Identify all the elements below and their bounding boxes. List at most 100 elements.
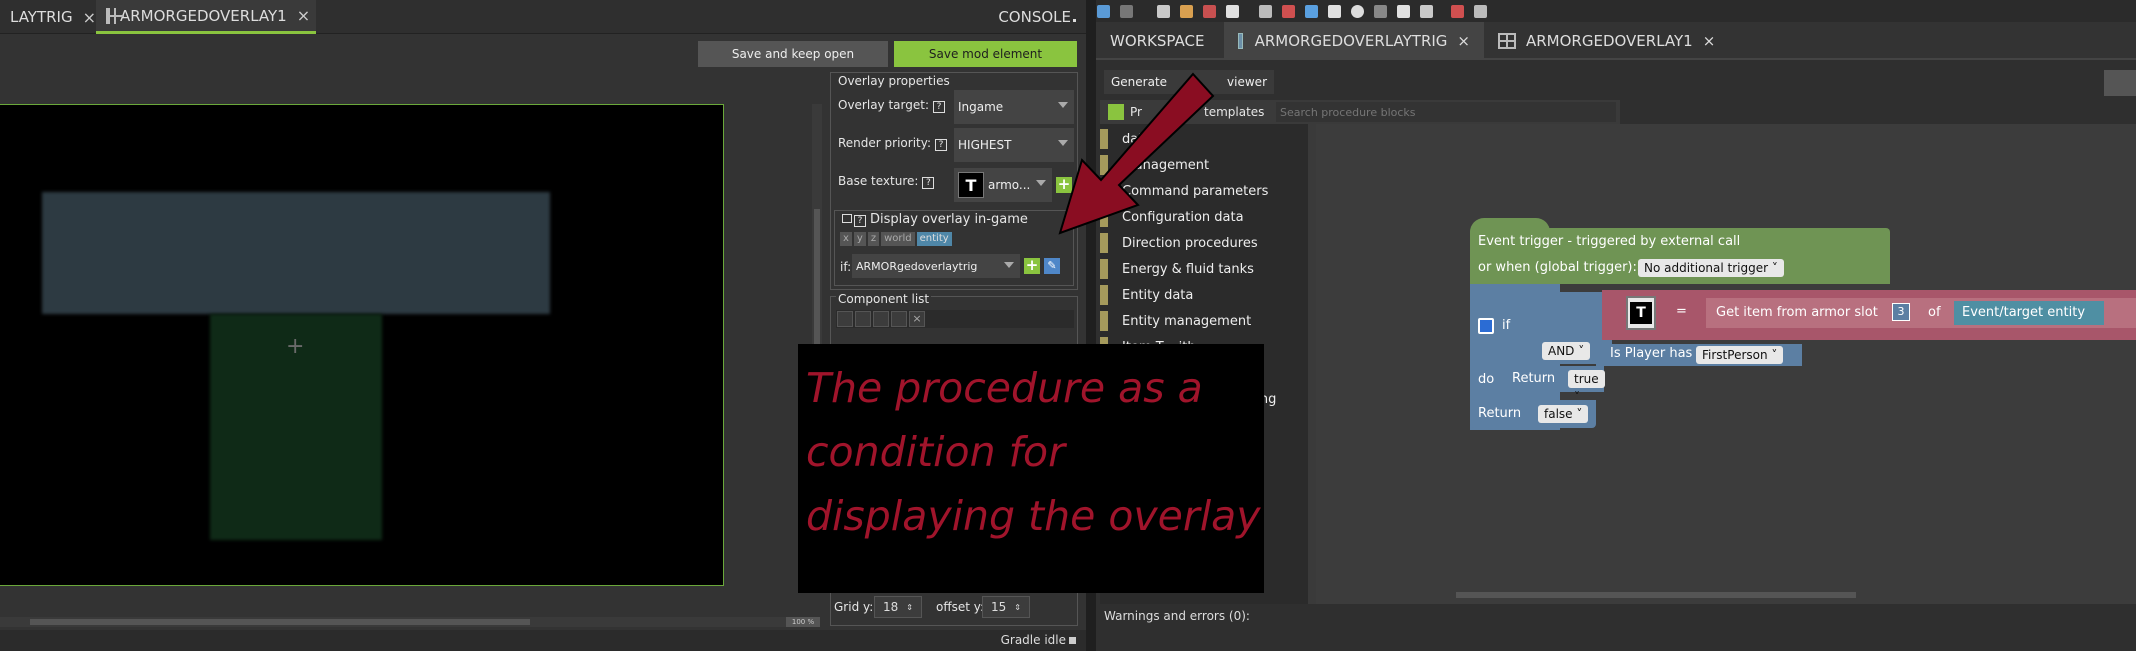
- image-editor-icon[interactable]: [1120, 4, 1133, 18]
- category-item[interactable]: Energy & fluid tanks: [1100, 256, 1316, 282]
- structure-icon[interactable]: [1203, 4, 1216, 18]
- generate-label: Generate: [1111, 75, 1168, 89]
- render-priority-select[interactable]: HIGHEST: [954, 128, 1074, 162]
- texture-thumbnail-icon: T: [958, 172, 984, 198]
- spinner-arrows-icon[interactable]: ⇕: [1014, 603, 1021, 612]
- plugins-icon[interactable]: [1374, 4, 1387, 18]
- left-tab-bar: LAYTRIG × ARMORGEDOVERLAY1 × CONSOLE: [0, 0, 1086, 34]
- offset-y-spinner[interactable]: 15 ⇕: [982, 596, 1030, 618]
- console-label: CONSOLE: [998, 8, 1071, 26]
- category-item[interactable]: data: [1100, 126, 1316, 152]
- and-dropdown[interactable]: AND ˅: [1542, 342, 1591, 360]
- event-target-entity-block[interactable]: Event/target entity: [1954, 301, 2104, 325]
- close-icon[interactable]: ×: [83, 8, 96, 27]
- stop-icon[interactable]: [1069, 637, 1076, 644]
- texture-icon[interactable]: [1157, 4, 1170, 18]
- overlay-target-select[interactable]: Ingame: [954, 90, 1074, 124]
- close-icon[interactable]: ×: [297, 6, 310, 25]
- help-icon[interactable]: ?: [935, 139, 948, 151]
- grid-y-value: 18: [883, 600, 899, 614]
- build-icon[interactable]: [1451, 4, 1464, 18]
- templates-tab-label[interactable]: templates: [1204, 105, 1264, 119]
- category-item[interactable]: Direction procedures: [1100, 230, 1316, 256]
- workspace-icon[interactable]: [1097, 4, 1110, 18]
- workspace-horizontal-scrollbar[interactable]: [1456, 592, 1856, 598]
- of-keyword: of: [1928, 305, 1941, 320]
- categories-scrollbar[interactable]: [1308, 124, 1316, 608]
- perspective-dropdown[interactable]: FirstPerson ˅: [1696, 346, 1784, 364]
- tab-label: ARMORGEDOVERLAY1: [120, 6, 287, 25]
- chevron-down-icon: [1004, 262, 1014, 268]
- close-icon[interactable]: ×: [1703, 32, 1716, 50]
- gear-icon[interactable]: [1478, 318, 1494, 334]
- blockly-workspace[interactable]: [1316, 124, 2136, 608]
- chip-x: x: [840, 232, 852, 246]
- help-icon[interactable]: ?: [922, 177, 935, 189]
- spinner-arrows-icon[interactable]: ⇕: [906, 603, 913, 612]
- chip-world: world: [881, 232, 915, 246]
- add-label-button[interactable]: [837, 311, 853, 327]
- false-dropdown[interactable]: false ˅: [1538, 405, 1589, 423]
- cloud-icon[interactable]: [1351, 4, 1364, 18]
- base-texture-select[interactable]: T armo...: [954, 168, 1052, 202]
- annotation-line-3: displaying the overlay: [806, 492, 1261, 540]
- delete-component-button[interactable]: ×: [909, 311, 925, 327]
- edit-procedure-icon[interactable]: ✎: [1044, 258, 1060, 274]
- move-up-button[interactable]: [873, 311, 889, 327]
- category-item[interactable]: Command parameters: [1100, 178, 1316, 204]
- add-texture-button[interactable]: +: [1056, 177, 1072, 193]
- console-button[interactable]: CONSOLE: [998, 8, 1076, 26]
- code-icon[interactable]: [1226, 4, 1239, 18]
- true-dropdown[interactable]: true ˅: [1568, 370, 1605, 404]
- right-tab-bar: WORKSPACE ARMORGEDOVERLAYTRIG × ARMORGED…: [1096, 22, 2136, 60]
- console-dot-icon: [1073, 19, 1076, 22]
- save-mod-element-button[interactable]: Save mod element: [894, 41, 1077, 67]
- move-down-button[interactable]: [891, 311, 907, 327]
- canvas-horizontal-scrollbar[interactable]: [0, 617, 820, 627]
- tab-armorgedoverlay1[interactable]: ARMORGEDOVERLAY1 ×: [96, 0, 316, 34]
- event-trigger-block[interactable]: Event trigger - triggered by external ca…: [1470, 228, 1890, 284]
- tab-label: ARMORGEDOVERLAY1: [1526, 32, 1693, 50]
- export-icon[interactable]: [1420, 4, 1433, 18]
- component-toolbar: ×: [836, 310, 1074, 328]
- slot-number-input[interactable]: 3: [1892, 303, 1910, 321]
- category-item[interactable]: Configuration data: [1100, 204, 1316, 230]
- help-icon[interactable]: ?: [933, 101, 945, 113]
- category-swatch: [1100, 129, 1108, 149]
- run-client-icon[interactable]: [1474, 4, 1487, 18]
- procedures-tab-label[interactable]: Pr: [1130, 105, 1142, 119]
- tools-icon[interactable]: [1397, 4, 1410, 18]
- status-bar: Gradle idle: [0, 630, 1086, 651]
- debug-icon[interactable]: [1282, 4, 1295, 18]
- add-procedure-button[interactable]: +: [1024, 258, 1040, 274]
- get-item-block[interactable]: Get item from armor slot 3 of Event/targ…: [1706, 298, 2136, 328]
- save-and-keep-open-button[interactable]: Save and keep open: [698, 41, 888, 67]
- return-true-block[interactable]: Return true ˅: [1504, 366, 1605, 404]
- category-item[interactable]: Entity data: [1100, 282, 1316, 308]
- tool-icon[interactable]: [1259, 4, 1272, 18]
- tab-label: ARMORGEDOVERLAYTRIG: [1254, 32, 1448, 50]
- grid-y-spinner[interactable]: 18 ⇕: [874, 596, 922, 618]
- tab-workspace[interactable]: WORKSPACE: [1096, 22, 1218, 60]
- variables-icon[interactable]: [1305, 4, 1318, 18]
- tab-armorgedoverlay1-right[interactable]: ARMORGEDOVERLAY1 ×: [1484, 22, 1729, 60]
- item-compare-block[interactable]: T = Get item from armor slot 3 of Event/…: [1602, 290, 2136, 340]
- item-slot-icon[interactable]: T: [1626, 296, 1656, 330]
- sound-icon[interactable]: [1180, 4, 1193, 18]
- add-image-button[interactable]: [855, 311, 871, 327]
- close-icon[interactable]: ×: [1457, 32, 1470, 50]
- category-item[interactable]: management: [1100, 152, 1316, 178]
- condition-procedure-select[interactable]: ARMORgedoverlaytrig: [852, 254, 1020, 278]
- side-panel-toggle[interactable]: [2104, 70, 2136, 96]
- global-trigger-dropdown[interactable]: No additional trigger ˅: [1638, 259, 1784, 277]
- chip-z: z: [867, 232, 880, 246]
- generate-viewer-button[interactable]: Generate viewer: [1104, 70, 1274, 94]
- procedures-tab-icon[interactable]: [1108, 104, 1124, 120]
- tab-armorgedoverlaytrig-procedure[interactable]: ARMORGEDOVERLAYTRIG ×: [1224, 22, 1484, 60]
- tab-armorgedoverlaytrig[interactable]: LAYTRIG ×: [0, 0, 106, 34]
- localization-icon[interactable]: [1328, 4, 1341, 18]
- is-player-block[interactable]: Is Player has FirstPerson ˅: [1596, 344, 1802, 366]
- category-item[interactable]: Entity management: [1100, 308, 1316, 334]
- help-icon[interactable]: ?: [854, 215, 866, 227]
- search-blocks-input[interactable]: [1276, 102, 1616, 122]
